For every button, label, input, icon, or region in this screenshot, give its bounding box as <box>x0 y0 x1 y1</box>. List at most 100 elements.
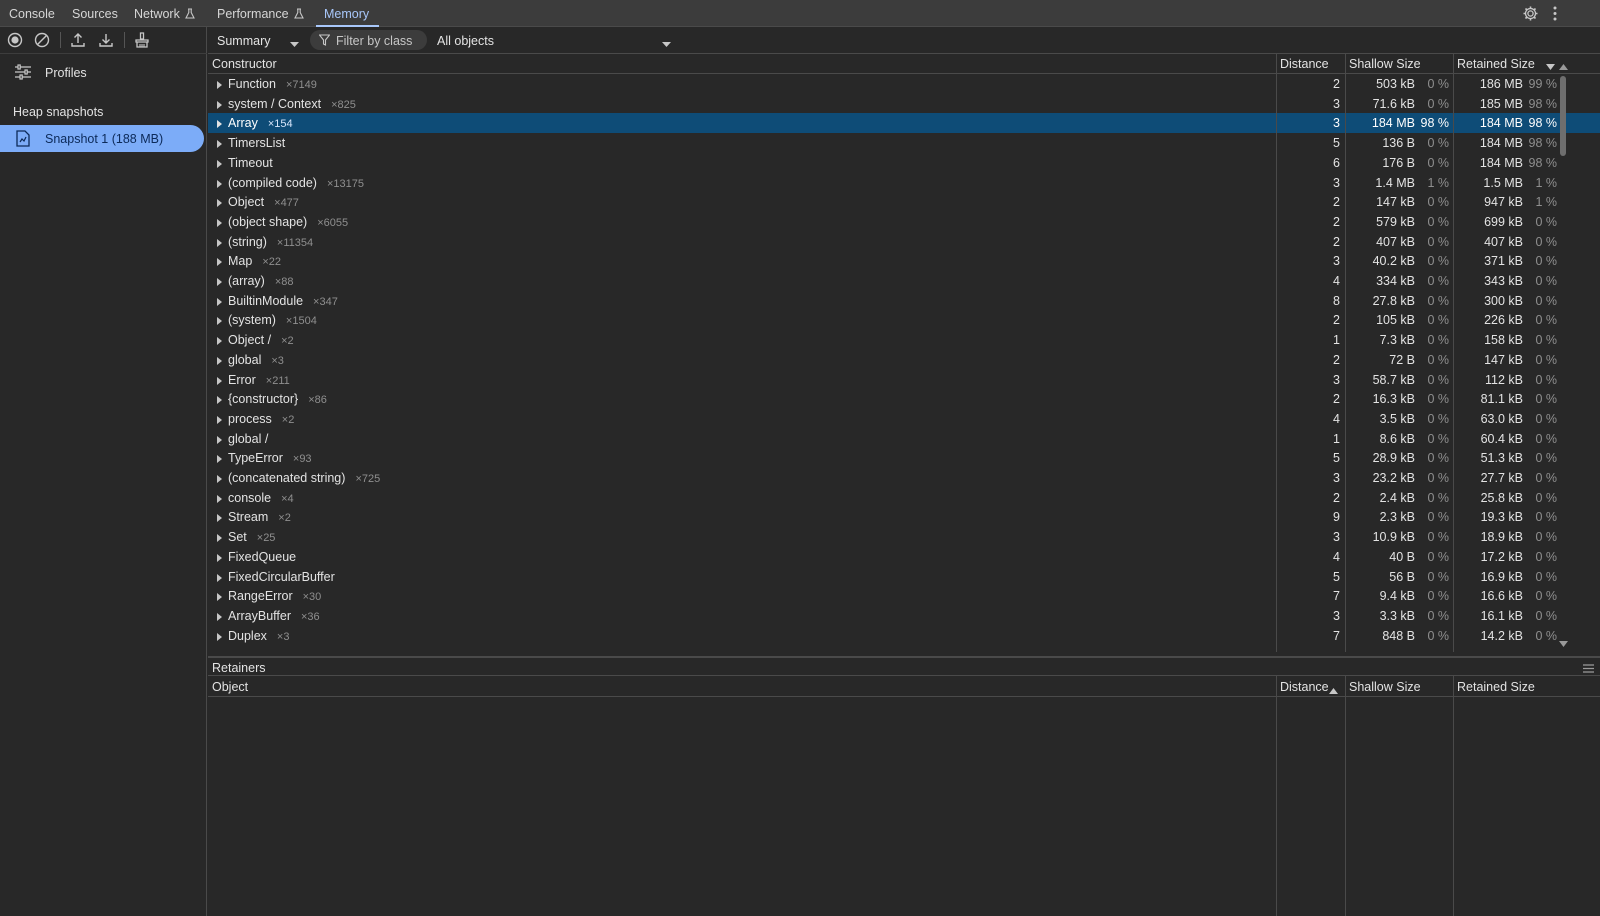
expand-triangle-icon[interactable] <box>217 120 222 129</box>
expand-triangle-icon[interactable] <box>217 553 222 562</box>
filter-funnel-icon <box>318 34 331 49</box>
retainers-menu-icon[interactable] <box>1583 662 1594 676</box>
table-row[interactable]: TypeError ×93 5 28.9 kB 0 % 51.3 kB 0 % <box>208 448 1600 468</box>
expand-triangle-icon[interactable] <box>217 435 222 444</box>
table-row[interactable]: RangeError ×30 7 9.4 kB 0 % 16.6 kB 0 % <box>208 586 1600 606</box>
expand-triangle-icon[interactable] <box>217 297 222 306</box>
table-row[interactable]: (compiled code) ×13175 3 1.4 MB 1 % 1.5 MB 1 % <box>208 173 1600 193</box>
table-row[interactable]: system / Context ×825 3 71.6 kB 0 % 185 MB 98 … <box>208 94 1600 114</box>
table-row[interactable]: Stream ×2 9 2.3 kB 0 % 19.3 kB 0 % <box>208 507 1600 527</box>
table-row[interactable]: Map ×22 3 40.2 kB 0 % 371 kB 0 % <box>208 251 1600 271</box>
column-header-distance[interactable]: Distance <box>1280 57 1329 71</box>
distance-cell: 5 <box>1333 451 1340 466</box>
table-row[interactable]: Set ×25 3 10.9 kB 0 % 18.9 kB 0 % <box>208 527 1600 547</box>
table-row[interactable]: Object / ×2 1 7.3 kB 0 % 158 kB 0 % <box>208 330 1600 350</box>
retainers-column-shallow-size[interactable]: Shallow Size <box>1349 680 1421 694</box>
table-row[interactable]: FixedQueue 4 40 B 0 % 17.2 kB 0 % <box>208 547 1600 567</box>
profiles-header[interactable]: Profiles <box>0 55 207 89</box>
expand-triangle-icon[interactable] <box>217 475 222 483</box>
table-row[interactable]: Duplex ×3 7 848 B 0 % 14.2 kB 0 % <box>208 626 1600 646</box>
retained-percent-cell: 1 % <box>1535 175 1557 190</box>
scroll-down-arrow-icon[interactable] <box>1559 637 1568 651</box>
expand-triangle-icon[interactable] <box>217 396 222 405</box>
expand-triangle-icon[interactable] <box>217 455 222 464</box>
table-row[interactable]: (string) ×11354 2 407 kB 0 % 407 kB 0 % <box>208 232 1600 252</box>
expand-triangle-icon[interactable] <box>217 199 222 208</box>
expand-triangle-icon[interactable] <box>217 593 222 602</box>
view-select-chevron-down-icon[interactable] <box>290 37 299 51</box>
objects-select[interactable]: All objects <box>437 34 494 48</box>
retainers-column-retained-size[interactable]: Retained Size <box>1457 680 1535 694</box>
distance-cell: 1 <box>1333 333 1340 348</box>
record-heap-snapshot-icon[interactable] <box>6 31 24 49</box>
expand-triangle-icon[interactable] <box>217 159 222 168</box>
expand-triangle-icon[interactable] <box>217 612 222 621</box>
table-row[interactable]: BuiltinModule ×347 8 27.8 kB 0 % 300 kB 0 % <box>208 291 1600 311</box>
table-row[interactable]: global / 1 8.6 kB 0 % 60.4 kB 0 % <box>208 429 1600 449</box>
expand-triangle-icon[interactable] <box>217 494 222 503</box>
grid-scrollbar[interactable] <box>1558 54 1568 652</box>
tab-network[interactable]: Network <box>134 0 195 27</box>
table-row[interactable]: console ×4 2 2.4 kB 0 % 25.8 kB 0 % <box>208 488 1600 508</box>
expand-triangle-icon[interactable] <box>217 238 222 247</box>
expand-triangle-icon[interactable] <box>217 218 222 227</box>
expand-triangle-icon[interactable] <box>217 356 222 365</box>
tab-console[interactable]: Console <box>9 0 55 27</box>
load-profile-upload-icon[interactable] <box>69 31 87 49</box>
tab-performance[interactable]: Performance <box>217 0 304 27</box>
table-row[interactable]: (array) ×88 4 334 kB 0 % 343 kB 0 % <box>208 271 1600 291</box>
expand-triangle-icon[interactable] <box>217 81 222 89</box>
retainers-column-distance[interactable]: Distance <box>1280 680 1329 694</box>
scrollbar-thumb[interactable] <box>1560 76 1566 156</box>
expand-triangle-icon[interactable] <box>217 179 222 188</box>
instance-count: ×7149 <box>285 79 317 91</box>
objects-select-chevron-down-icon[interactable] <box>662 37 671 51</box>
more-options-kebab-icon[interactable] <box>1552 5 1558 25</box>
column-header-retained-size[interactable]: Retained Size <box>1457 57 1535 71</box>
expand-triangle-icon[interactable] <box>217 100 222 109</box>
toolbar-divider <box>124 32 125 48</box>
table-row[interactable]: Function ×7149 2 503 kB 0 % 186 MB 99 % <box>208 74 1600 94</box>
view-select[interactable]: Summary <box>217 34 270 48</box>
column-header-shallow-size[interactable]: Shallow Size <box>1349 57 1421 71</box>
expand-triangle-icon[interactable] <box>217 514 222 523</box>
table-row[interactable]: Object ×477 2 147 kB 0 % 947 kB 1 % <box>208 192 1600 212</box>
snapshot-item[interactable]: Snapshot 1 (188 MB) <box>0 125 204 152</box>
table-row[interactable]: {constructor} ×86 2 16.3 kB 0 % 81.1 kB 0 % <box>208 389 1600 409</box>
expand-triangle-icon[interactable] <box>217 573 222 582</box>
save-profile-download-icon[interactable] <box>97 31 115 49</box>
expand-triangle-icon[interactable] <box>217 278 222 286</box>
settings-gear-icon[interactable] <box>1522 5 1539 25</box>
table-row[interactable]: (concatenated string) ×725 3 23.2 kB 0 % 27.7… <box>208 468 1600 488</box>
column-header-constructor[interactable]: Constructor <box>212 57 277 71</box>
expand-triangle-icon[interactable] <box>217 415 222 424</box>
collect-garbage-broom-icon[interactable] <box>133 31 151 49</box>
retainers-column-object[interactable]: Object <box>212 680 248 694</box>
expand-triangle-icon[interactable] <box>217 317 222 326</box>
constructor-cell: FixedCircularBuffer <box>228 570 345 584</box>
class-filter-input[interactable]: Filter by class <box>310 30 427 50</box>
tab-memory[interactable]: Memory <box>315 0 380 27</box>
table-row[interactable]: global ×3 2 72 B 0 % 147 kB 0 % <box>208 350 1600 370</box>
shallow-percent-cell: 0 % <box>1427 608 1449 623</box>
expand-triangle-icon[interactable] <box>217 534 222 543</box>
table-row[interactable]: Error ×211 3 58.7 kB 0 % 112 kB 0 % <box>208 370 1600 390</box>
scroll-up-arrow-icon[interactable] <box>1559 59 1568 73</box>
tab-sources[interactable]: Sources <box>72 0 118 27</box>
table-row[interactable]: FixedCircularBuffer 5 56 B 0 % 16.9 kB 0 % <box>208 567 1600 587</box>
clear-all-profiles-icon[interactable] <box>33 31 51 49</box>
table-row[interactable]: (system) ×1504 2 105 kB 0 % 226 kB 0 % <box>208 310 1600 330</box>
shallow-percent-cell: 0 % <box>1427 392 1449 407</box>
table-row[interactable]: Array ×154 3 184 MB 98 % 184 MB 98 % <box>208 113 1600 134</box>
expand-triangle-icon[interactable] <box>217 376 222 385</box>
expand-triangle-icon[interactable] <box>217 140 222 149</box>
table-row[interactable]: TimersList 5 136 B 0 % 184 MB 98 % <box>208 133 1600 153</box>
table-row[interactable]: (object shape) ×6055 2 579 kB 0 % 699 kB 0 % <box>208 212 1600 232</box>
table-row[interactable]: ArrayBuffer ×36 3 3.3 kB 0 % 16.1 kB 0 % <box>208 606 1600 626</box>
expand-triangle-icon[interactable] <box>217 337 222 346</box>
table-row[interactable]: process ×2 4 3.5 kB 0 % 63.0 kB 0 % <box>208 409 1600 429</box>
expand-triangle-icon[interactable] <box>217 632 222 641</box>
column-divider <box>1276 54 1277 652</box>
table-row[interactable]: Timeout 6 176 B 0 % 184 MB 98 % <box>208 153 1600 173</box>
expand-triangle-icon[interactable] <box>217 258 222 267</box>
